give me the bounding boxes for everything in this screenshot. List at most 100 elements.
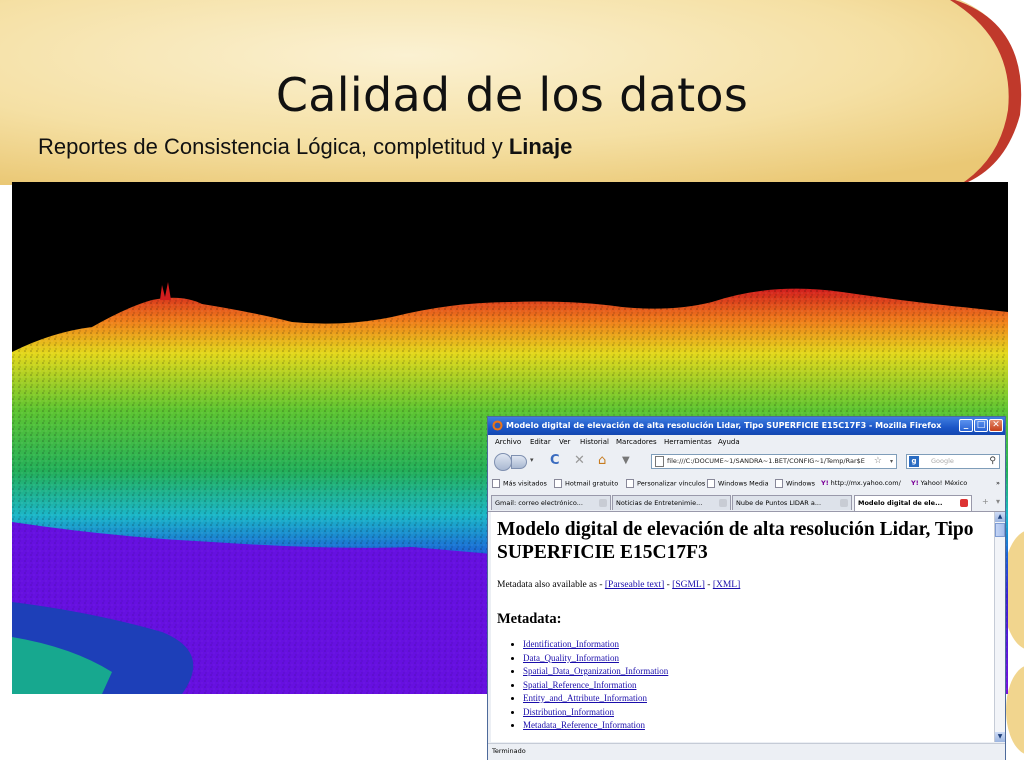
link-distribution[interactable]: Distribution_Information [523, 707, 614, 717]
meta-prefix: Metadata also available as - [497, 580, 605, 590]
link-identification[interactable]: Identification_Information [523, 639, 619, 649]
bookmark-yahoo-url[interactable]: Y! http://mx.yahoo.com/ [821, 479, 901, 487]
link-metadata-reference[interactable]: Metadata_Reference_Information [523, 720, 645, 730]
maximize-button[interactable]: □ [974, 419, 988, 432]
tab-label: Modelo digital de ele... [858, 499, 943, 507]
link-entity-attribute[interactable]: Entity_and_Attribute_Information [523, 693, 647, 703]
bookmark-mas-visitados[interactable]: Más visitados [492, 479, 547, 488]
metadata-toc: Identification_Information Data_Quality_… [505, 638, 668, 733]
tab-noticias[interactable]: Noticias de Entretenimie... [612, 495, 731, 510]
menu-herramientas[interactable]: Herramientas [664, 438, 712, 446]
toc-item: Data_Quality_Information [523, 652, 668, 666]
bookmark-label: http://mx.yahoo.com/ [830, 479, 901, 487]
url-dropdown-icon[interactable]: ▾ [890, 455, 893, 468]
bookmark-yahoo-mexico[interactable]: Y! Yahoo! México [911, 479, 967, 487]
bookmark-label: Más visitados [503, 479, 547, 488]
tab-modelo-digital[interactable]: Modelo digital de ele... [854, 495, 972, 511]
tab-list-icon[interactable]: ▾ [996, 497, 1000, 506]
firefox-icon [492, 420, 503, 431]
menu-archivo[interactable]: Archivo [495, 438, 521, 446]
status-bar: Terminado [488, 743, 1005, 760]
forward-button[interactable] [511, 455, 527, 469]
link-spatial-reference[interactable]: Spatial_Reference_Information [523, 680, 636, 690]
shield-icon[interactable]: ▼ [622, 454, 630, 468]
firefox-window: Modelo digital de elevación de alta reso… [487, 416, 1006, 760]
page-icon [626, 479, 634, 488]
navigation-toolbar: ▾ C ✕ ⌂ ▼ file:///C:/DOCUME~1/SANDRA~1.B… [488, 450, 1005, 474]
stop-icon[interactable]: ✕ [574, 454, 585, 468]
slide-title: Calidad de los datos [275, 68, 749, 122]
page-document-icon [655, 455, 664, 467]
close-button[interactable]: ✕ [989, 419, 1003, 432]
url-text: file:///C:/DOCUME~1/SANDRA~1.BET/CONFIG~… [667, 457, 865, 465]
tab-close-icon[interactable] [599, 499, 607, 507]
bookmark-windows-media[interactable]: Windows Media [707, 479, 769, 488]
subtitle-bold: Linaje [508, 134, 573, 159]
bookmark-hotmail[interactable]: Hotmail gratuito [554, 479, 618, 488]
toc-item: Metadata_Reference_Information [523, 719, 668, 733]
yahoo-icon: Y! [821, 479, 829, 487]
toc-item: Spatial_Reference_Information [523, 679, 668, 693]
menu-ayuda[interactable]: Ayuda [718, 438, 740, 446]
page-icon [554, 479, 562, 488]
subtitle-text: Reportes de Consistencia Lógica, complet… [38, 134, 509, 159]
bookmarks-overflow-icon[interactable]: » [996, 479, 1000, 487]
page-heading: Modelo digital de elevación de alta reso… [497, 519, 974, 563]
menu-editar[interactable]: Editar [530, 438, 551, 446]
scroll-down-icon[interactable]: ▼ [995, 732, 1005, 742]
search-icon[interactable]: ⚲ [989, 455, 996, 468]
bookmark-label: Hotmail gratuito [565, 479, 619, 488]
bookmark-label: Windows [786, 479, 816, 488]
tab-nube-puntos[interactable]: Nube de Puntos LIDAR a... [732, 495, 852, 510]
folder-icon [492, 479, 500, 488]
tab-close-icon[interactable] [840, 499, 848, 507]
section-heading: Metadata: [497, 611, 562, 627]
menu-marcadores[interactable]: Marcadores [616, 438, 657, 446]
vertical-scrollbar[interactable]: ▲ ▼ [994, 512, 1005, 742]
back-button[interactable] [494, 453, 512, 471]
bookmark-label: Yahoo! México [920, 479, 968, 487]
tab-label: Nube de Puntos LIDAR a... [736, 499, 822, 507]
minimize-button[interactable]: _ [959, 419, 973, 432]
window-titlebar[interactable]: Modelo digital de elevación de alta reso… [488, 417, 1005, 435]
link-data-quality[interactable]: Data_Quality_Information [523, 653, 619, 663]
google-icon[interactable]: g [909, 456, 919, 467]
yahoo-icon: Y! [911, 479, 919, 487]
bookmark-label: Personalizar vínculos [637, 479, 706, 488]
reload-icon[interactable]: C [550, 454, 560, 468]
bookmark-star-icon[interactable]: ☆ [874, 455, 882, 468]
tab-close-icon[interactable] [719, 499, 727, 507]
bookmark-label: Windows Media [718, 479, 769, 488]
page-icon [775, 479, 783, 488]
tab-label: Gmail: correo electrónico... [495, 499, 583, 507]
scroll-up-icon[interactable]: ▲ [995, 512, 1005, 522]
bookmarks-toolbar: Más visitados Hotmail gratuito Personali… [488, 476, 1005, 490]
search-input[interactable]: g Google ⚲ [906, 454, 1000, 469]
new-tab-icon[interactable]: + [982, 497, 989, 506]
scroll-thumb[interactable] [995, 523, 1005, 537]
slide-subtitle: Reportes de Consistencia Lógica, complet… [38, 134, 572, 160]
history-dropdown-icon[interactable]: ▾ [530, 456, 534, 464]
search-placeholder: Google [931, 457, 954, 465]
page-content: Modelo digital de elevación de alta reso… [491, 512, 994, 742]
url-input[interactable]: file:///C:/DOCUME~1/SANDRA~1.BET/CONFIG~… [651, 454, 897, 469]
link-spatial-data-organization[interactable]: Spatial_Data_Organization_Information [523, 666, 668, 676]
menu-ver[interactable]: Ver [559, 438, 570, 446]
metadata-formats: Metadata also available as - [Parseable … [497, 580, 740, 590]
link-sgml[interactable]: [SGML] [672, 580, 705, 590]
bookmark-personalizar[interactable]: Personalizar vínculos [626, 479, 705, 488]
link-xml[interactable]: [XML] [713, 580, 740, 590]
meta-separator: - [664, 580, 673, 590]
toc-item: Entity_and_Attribute_Information [523, 692, 668, 706]
tab-gmail[interactable]: Gmail: correo electrónico... [491, 495, 611, 510]
toc-item: Distribution_Information [523, 706, 668, 720]
menu-historial[interactable]: Historial [580, 438, 609, 446]
tab-label: Noticias de Entretenimie... [616, 499, 703, 507]
tab-strip: Gmail: correo electrónico... Noticias de… [488, 493, 1005, 512]
link-parseable-text[interactable]: [Parseable text] [605, 580, 664, 590]
tab-close-icon[interactable] [960, 499, 968, 507]
home-icon[interactable]: ⌂ [598, 454, 606, 468]
bookmark-windows[interactable]: Windows [775, 479, 815, 488]
toc-item: Spatial_Data_Organization_Information [523, 665, 668, 679]
toc-item: Identification_Information [523, 638, 668, 652]
